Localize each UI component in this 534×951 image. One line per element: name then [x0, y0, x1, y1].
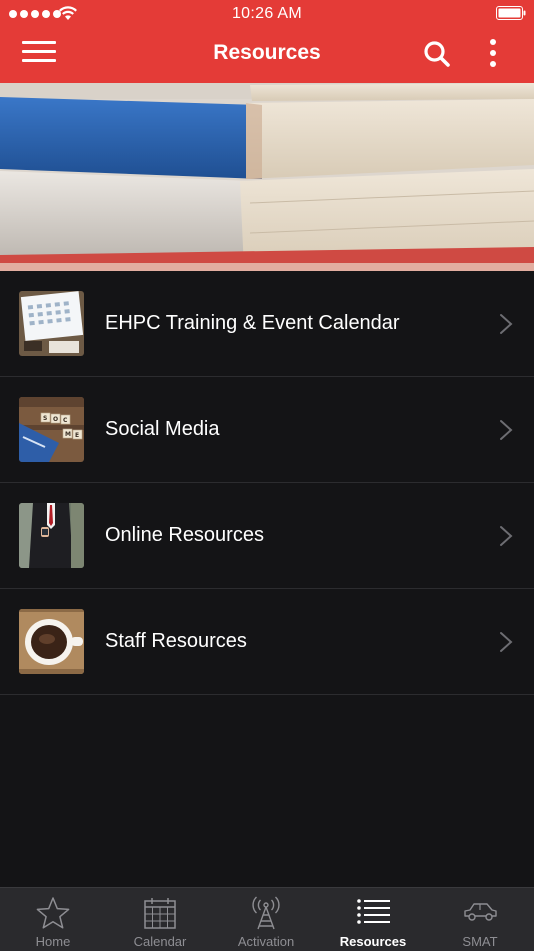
svg-text:E: E: [75, 432, 79, 439]
calendar-thumbnail: [19, 291, 84, 356]
star-icon: [36, 897, 70, 929]
app-header: 10:26 AM Resources: [0, 0, 534, 83]
search-icon[interactable]: [423, 40, 451, 68]
svg-text:O: O: [53, 416, 58, 423]
hero-books-image: [0, 83, 534, 271]
tab-label: Resources: [339, 934, 407, 949]
chevron-right-icon: [500, 526, 513, 546]
chevron-right-icon: [500, 314, 513, 334]
bottom-tab-bar: Home Calendar Activation Resources SMAT: [0, 887, 534, 951]
chevron-right-icon: [500, 632, 513, 652]
coffee-cup-thumbnail: [19, 609, 84, 674]
battery-icon: [496, 6, 526, 20]
tab-label: Activation: [237, 934, 295, 949]
svg-text:S: S: [43, 415, 47, 422]
list-item-label: Online Resources: [105, 524, 264, 546]
status-time: 10:26 AM: [231, 5, 302, 22]
tab-home[interactable]: Home: [0, 888, 106, 951]
social-media-thumbnail: SOCME: [19, 397, 84, 462]
car-icon: [464, 903, 497, 921]
page-title: Resources: [213, 41, 321, 64]
navigation-bar: Resources: [0, 27, 534, 83]
antenna-icon: [252, 896, 280, 930]
list-icon: [357, 899, 390, 924]
online-resources-thumbnail: [19, 503, 84, 568]
calendar-icon: [144, 898, 176, 929]
status-bar: 10:26 AM: [0, 0, 534, 27]
tab-label: Calendar: [133, 934, 187, 949]
tab-calendar[interactable]: Calendar: [107, 888, 213, 951]
tab-label: SMAT: [462, 934, 498, 949]
list-item[interactable]: Staff Resources: [0, 589, 534, 695]
list-item[interactable]: Online Resources: [0, 483, 534, 589]
list-item-label: Staff Resources: [105, 630, 247, 652]
tab-label: Home: [35, 934, 71, 949]
svg-text:C: C: [63, 417, 68, 424]
list-item-label: EHPC Training & Event Calendar: [105, 312, 400, 334]
svg-text:M: M: [65, 431, 71, 438]
books-illustration: [0, 83, 534, 271]
list-item-label: Social Media: [105, 418, 220, 440]
tab-smat[interactable]: SMAT: [427, 888, 533, 951]
tab-activation[interactable]: Activation: [213, 888, 319, 951]
list-item[interactable]: EHPC Training & Event Calendar: [0, 271, 534, 377]
resources-list: EHPC Training & Event Calendar SOCME Soc…: [0, 271, 534, 695]
more-options-icon[interactable]: [484, 39, 502, 69]
list-item[interactable]: SOCME Social Media: [0, 377, 534, 483]
tab-resources[interactable]: Resources: [320, 888, 426, 951]
chevron-right-icon: [500, 420, 513, 440]
